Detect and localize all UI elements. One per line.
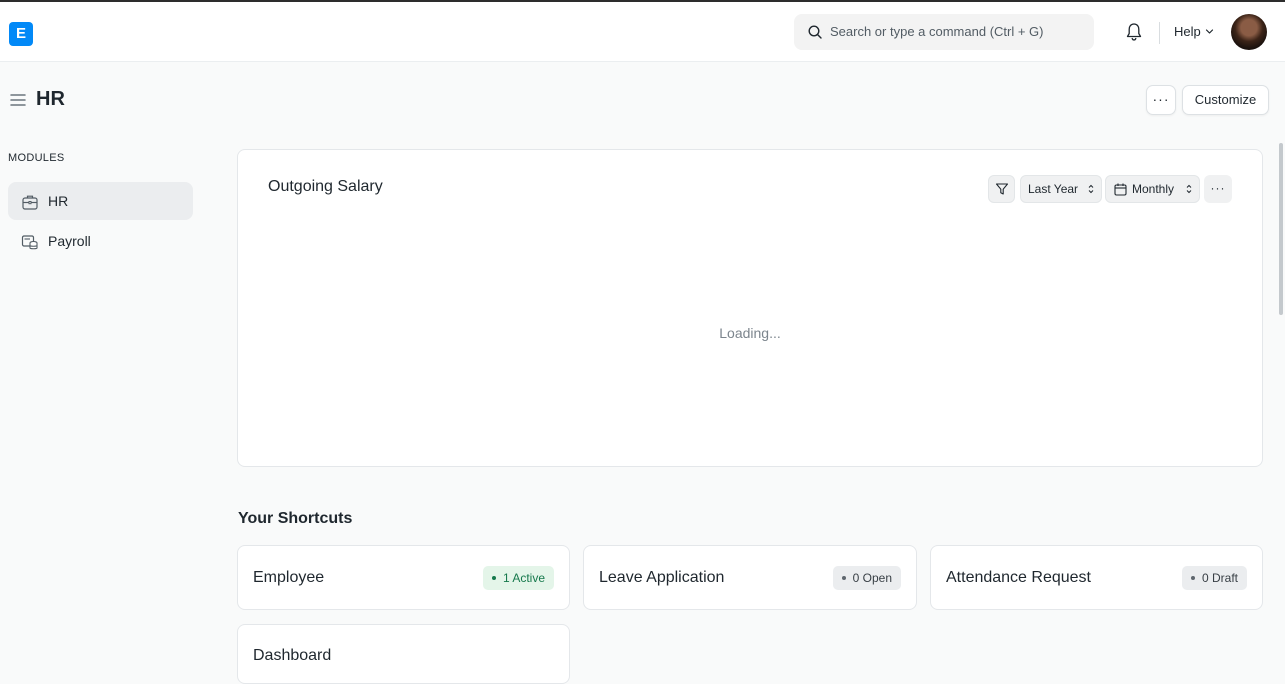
search-icon	[808, 25, 822, 39]
notification-bell-icon[interactable]	[1125, 22, 1143, 42]
user-avatar[interactable]	[1231, 14, 1267, 50]
shortcut-label: Employee	[253, 569, 325, 586]
chevron-down-icon	[1205, 29, 1214, 34]
briefcase-icon	[22, 195, 38, 210]
select-arrows-icon	[1088, 184, 1094, 194]
status-badge: 0 Draft	[1181, 566, 1247, 590]
chart-more-button[interactable]: ···	[1204, 175, 1232, 203]
shortcut-dashboard[interactable]: Dashboard	[237, 624, 570, 684]
status-dot-icon	[1190, 576, 1195, 580]
page-scrollbar[interactable]	[1279, 143, 1283, 315]
status-dot-icon	[841, 576, 846, 580]
status-badge: 1 Active	[482, 566, 554, 590]
payroll-icon	[21, 235, 38, 250]
help-label: Help	[1174, 24, 1201, 39]
interval-select[interactable]: Monthly	[1105, 175, 1200, 203]
shortcut-attendance-request[interactable]: Attendance Request 0 Draft	[930, 545, 1263, 610]
period-select-value: Last Year	[1028, 182, 1079, 196]
status-badge-text: 0 Draft	[1201, 571, 1238, 585]
filter-icon	[995, 183, 1009, 195]
shortcut-leave-application[interactable]: Leave Application 0 Open	[583, 545, 917, 610]
sidebar-item-label: HR	[48, 193, 69, 209]
calendar-icon	[1114, 183, 1127, 196]
outgoing-salary-chart-card: Outgoing Salary Last Year Monthly ··· Lo…	[237, 149, 1263, 467]
chart-title: Outgoing Salary	[268, 178, 383, 195]
navbar: E Search or type a command (Ctrl + G) He…	[0, 2, 1285, 62]
select-arrows-icon	[1186, 184, 1192, 194]
shortcut-label: Dashboard	[253, 647, 332, 664]
page-title: HR	[36, 88, 65, 110]
interval-select-value: Monthly	[1132, 182, 1175, 196]
sidebar-item-label: Payroll	[48, 233, 91, 249]
chart-loading-text: Loading...	[719, 325, 781, 341]
page-more-button[interactable]: ···	[1146, 85, 1176, 115]
shortcut-label: Attendance Request	[946, 569, 1091, 586]
sidebar-section-label: MODULES	[8, 152, 65, 164]
status-badge-text: 1 Active	[502, 571, 545, 585]
period-select[interactable]: Last Year	[1020, 175, 1102, 203]
help-dropdown[interactable]: Help	[1174, 24, 1214, 39]
shortcuts-heading: Your Shortcuts	[238, 510, 353, 527]
sidebar-item-payroll[interactable]: Payroll	[8, 222, 193, 260]
status-badge-text: 0 Open	[852, 571, 892, 585]
status-dot-icon	[491, 576, 496, 580]
app-logo[interactable]: E	[9, 22, 33, 46]
shortcut-employee[interactable]: Employee 1 Active	[237, 545, 570, 610]
sidebar-item-hr[interactable]: HR	[8, 182, 193, 220]
customize-button[interactable]: Customize	[1182, 85, 1269, 115]
search-bar[interactable]: Search or type a command (Ctrl + G)	[794, 14, 1094, 50]
search-placeholder: Search or type a command (Ctrl + G)	[830, 24, 1044, 39]
status-badge: 0 Open	[832, 566, 901, 590]
sidebar-toggle-icon[interactable]	[10, 93, 26, 107]
navbar-divider	[1159, 22, 1160, 44]
chart-filter-button[interactable]	[988, 175, 1015, 203]
shortcut-label: Leave Application	[599, 569, 725, 586]
